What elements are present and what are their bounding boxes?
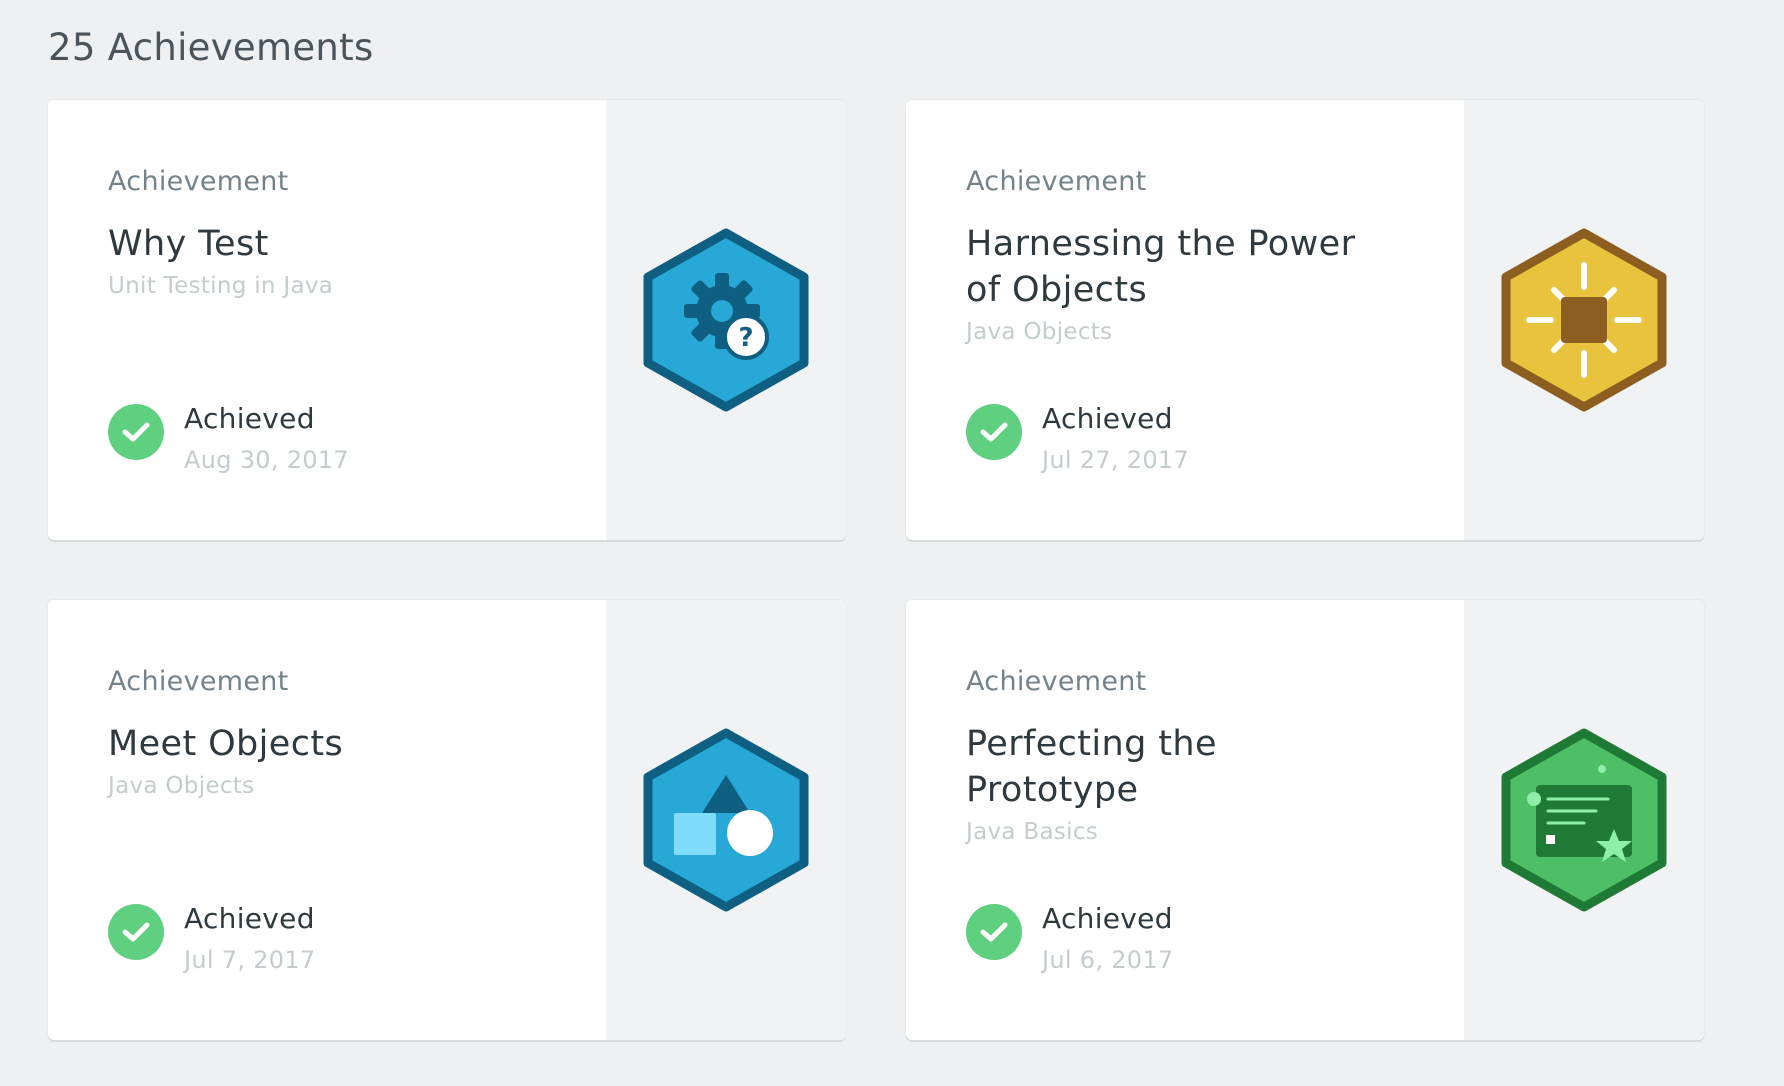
page-heading: 25 Achievements [48, 26, 374, 69]
achievement-status: Achieved Jul 6, 2017 [966, 902, 1174, 974]
course-name[interactable]: Java Objects [108, 773, 568, 799]
achievement-kicker: Achievement [108, 166, 289, 197]
achievement-kicker: Achievement [966, 166, 1147, 197]
achievement-card[interactable]: Achievement Why Test Unit Testing in Jav… [48, 100, 846, 540]
achieved-date: Jul 27, 2017 [1042, 446, 1190, 474]
status-label: Achieved [1042, 902, 1173, 935]
sunburst-icon[interactable] [1498, 227, 1670, 413]
status-label: Achieved [184, 402, 315, 435]
badge-pane [1464, 600, 1704, 1040]
prototype-card-icon[interactable] [1498, 727, 1670, 913]
achievement-title[interactable]: Perfecting the Prototype [966, 721, 1266, 813]
achieved-date: Aug 30, 2017 [184, 446, 349, 474]
check-icon [108, 404, 164, 460]
badge-pane: ? [606, 100, 846, 540]
achievement-title[interactable]: Harnessing the Power of Objects [966, 221, 1386, 313]
achievement-status: Achieved Jul 7, 2017 [108, 902, 316, 974]
badge-pane [1464, 100, 1704, 540]
achievement-kicker: Achievement [108, 666, 289, 697]
achieved-date: Jul 6, 2017 [1042, 946, 1174, 974]
achievement-card[interactable]: Achievement Harnessing the Power of Obje… [906, 100, 1704, 540]
course-name[interactable]: Java Basics [966, 819, 1426, 845]
status-label: Achieved [184, 902, 315, 935]
achievement-card[interactable]: Achievement Meet Objects Java Objects Ac… [48, 600, 846, 1040]
check-icon [108, 904, 164, 960]
achievement-info: Achievement Meet Objects Java Objects [108, 666, 568, 799]
shapes-icon[interactable] [640, 727, 812, 913]
badge-pane [606, 600, 846, 1040]
achievement-status: Achieved Jul 27, 2017 [966, 402, 1189, 474]
status-label: Achieved [1042, 402, 1173, 435]
svg-text:?: ? [738, 323, 753, 353]
course-name[interactable]: Unit Testing in Java [108, 273, 568, 299]
achieved-date: Jul 7, 2017 [184, 946, 316, 974]
course-name[interactable]: Java Objects [966, 319, 1426, 345]
achievement-info: Achievement Harnessing the Power of Obje… [966, 166, 1426, 345]
achievement-info: Achievement Perfecting the Prototype Jav… [966, 666, 1426, 845]
achievement-grid: Achievement Why Test Unit Testing in Jav… [48, 100, 1704, 1040]
achievement-title[interactable]: Why Test [108, 221, 568, 267]
achievement-title[interactable]: Meet Objects [108, 721, 568, 767]
achievement-card[interactable]: Achievement Perfecting the Prototype Jav… [906, 600, 1704, 1040]
achievement-info: Achievement Why Test Unit Testing in Jav… [108, 166, 568, 299]
check-icon [966, 904, 1022, 960]
check-icon [966, 404, 1022, 460]
gear-question-icon[interactable]: ? [640, 227, 812, 413]
achievement-kicker: Achievement [966, 666, 1147, 697]
achievement-status: Achieved Aug 30, 2017 [108, 402, 349, 474]
achievements-page: 25 Achievements Achievement Why Test Uni… [0, 0, 1784, 1086]
